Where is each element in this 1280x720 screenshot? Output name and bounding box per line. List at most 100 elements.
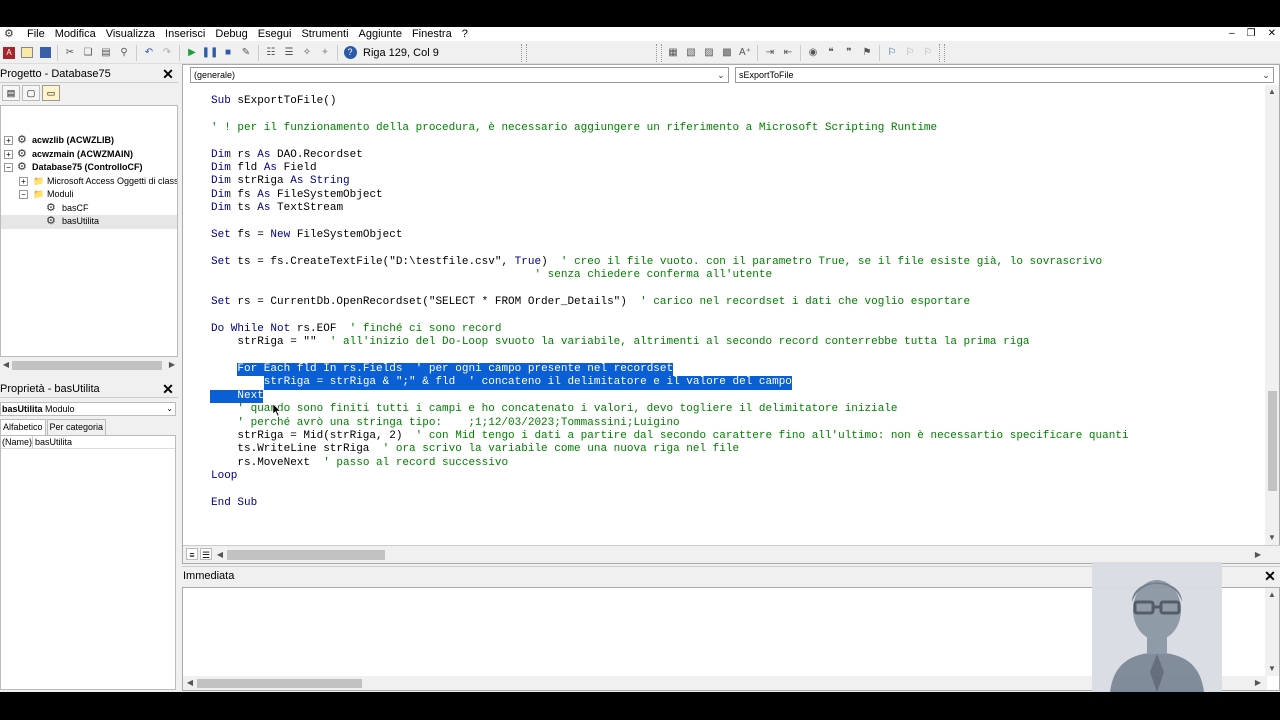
menu-item[interactable]: Finestra (407, 27, 457, 41)
toolbar-grip[interactable] (939, 43, 945, 62)
outdent-icon[interactable]: ⇤ (779, 44, 797, 62)
code-line[interactable]: Sub sExportToFile() (211, 95, 336, 108)
code-line[interactable]: Dim ts As TextStream (211, 202, 343, 215)
scroll-right-icon[interactable]: ▶ (167, 360, 177, 370)
code-line[interactable]: Dim fs As FileSystemObject (211, 189, 383, 202)
tree-item[interactable]: ⚙ basUtilita (1, 215, 177, 229)
scroll-thumb[interactable] (197, 679, 362, 688)
reset-icon[interactable]: ■ (219, 44, 237, 62)
expand-icon[interactable]: + (4, 136, 13, 145)
toolbox-icon[interactable]: ✦ (316, 44, 334, 62)
scroll-up-icon[interactable]: ▲ (1267, 590, 1277, 600)
tab-alfabetico[interactable]: Alfabetico (0, 419, 46, 435)
collapse-icon[interactable]: − (19, 190, 28, 199)
code-line[interactable]: Set rs = CurrentDb.OpenRecordset("SELECT… (211, 296, 970, 309)
design-mode-icon[interactable]: ✎ (237, 44, 255, 62)
view-access-icon[interactable]: A (0, 44, 18, 62)
pause-icon[interactable]: ❚❚ (201, 44, 219, 62)
property-row[interactable]: (Name) basUtilita (1, 436, 175, 449)
list-constants-icon[interactable]: ▧ (682, 44, 700, 62)
close-icon[interactable]: ✕ (160, 381, 176, 397)
menu-item[interactable]: Esegui (253, 27, 297, 41)
code-line[interactable]: Set ts = fs.CreateTextFile("D:\testfile.… (211, 256, 1102, 269)
tree-item[interactable]: + 📁 Microsoft Access Oggetti di classe (1, 175, 177, 189)
paste-icon[interactable]: ▤ (97, 44, 115, 62)
menu-item[interactable]: ? (457, 27, 473, 41)
expand-icon[interactable]: + (4, 149, 13, 159)
toggle-folders-icon[interactable]: ▭ (42, 85, 60, 101)
project-explorer-icon[interactable]: ☷ (262, 44, 280, 62)
collapse-icon[interactable]: − (4, 163, 13, 172)
property-value[interactable]: basUtilita (33, 436, 72, 448)
scroll-down-icon[interactable]: ▼ (1267, 533, 1277, 543)
chevron-down-icon[interactable]: ⌄ (715, 68, 727, 82)
code-line[interactable]: Set fs = New FileSystemObject (211, 229, 402, 242)
code-line[interactable]: ' ! per il funzionamento della procedura… (211, 122, 937, 135)
find-icon[interactable]: ⚲ (115, 44, 133, 62)
view-code-icon[interactable]: ▤ (2, 85, 20, 101)
code-line[interactable]: ' senza chiedere conferma all'utente (211, 269, 772, 282)
code-line[interactable]: ' perché avrò una stringa tipo: ;1;12/03… (237, 417, 679, 430)
tree-item[interactable]: ⚙ basCF (1, 202, 177, 216)
menu-item[interactable]: Aggiunte (354, 27, 407, 41)
save-icon[interactable] (36, 44, 54, 62)
redo-icon[interactable]: ↷ (158, 44, 176, 62)
menu-item[interactable]: Modifica (50, 27, 101, 41)
properties-window-icon[interactable]: ☰ (280, 44, 298, 62)
menu-item[interactable]: Debug (210, 27, 252, 41)
code-line[interactable]: Loop (211, 470, 237, 483)
tree-item[interactable]: + ⚙ acwzmain (ACWZMAIN) (1, 148, 177, 162)
toggle-breakpoint-icon[interactable]: ◉ (804, 44, 822, 62)
undo-icon[interactable]: ↶ (140, 44, 158, 62)
restore-icon[interactable]: ❐ (1247, 27, 1256, 41)
close-icon[interactable]: ✕ (1262, 568, 1278, 584)
scroll-thumb[interactable] (1268, 391, 1277, 491)
scroll-thumb[interactable] (227, 550, 385, 560)
close-icon[interactable]: ✕ (1268, 27, 1276, 41)
code-line[interactable]: strRiga = "" ' all'inizio del Do-Loop sv… (237, 336, 1029, 349)
code-editor[interactable]: Sub sExportToFile() ' ! per il funzioname… (183, 85, 1267, 545)
view-object-icon[interactable]: ▢ (22, 85, 40, 101)
procedure-view-icon[interactable]: ≡ (186, 548, 198, 560)
list-properties-icon[interactable]: ▦ (664, 44, 682, 62)
tree-item[interactable]: + ⚙ acwzlib (ACWZLIB) (1, 134, 177, 148)
next-bookmark-icon[interactable]: ⚐ (883, 44, 901, 62)
toolbar-grip[interactable] (656, 43, 662, 62)
chevron-down-icon[interactable]: ⌄ (166, 403, 173, 415)
run-icon[interactable]: ▶ (183, 44, 201, 62)
code-line[interactable]: Dim strRiga As String (211, 175, 350, 188)
comment-block-icon[interactable]: ❝ (822, 44, 840, 62)
project-horizontal-scrollbar[interactable]: ◀ ▶ (0, 358, 178, 372)
clear-bookmarks-icon[interactable]: ⚐ (919, 44, 937, 62)
menu-item[interactable]: Visualizza (101, 27, 160, 41)
toggle-bookmark-icon[interactable]: ⚑ (858, 44, 876, 62)
parameter-info-icon[interactable]: ▩ (718, 44, 736, 62)
scroll-up-icon[interactable]: ▲ (1267, 87, 1277, 97)
scroll-down-icon[interactable]: ▼ (1267, 664, 1277, 674)
scroll-right-icon[interactable]: ▶ (1253, 678, 1263, 688)
close-icon[interactable]: ✕ (160, 66, 176, 82)
code-vertical-scrollbar[interactable]: ▲ ▼ (1265, 85, 1279, 545)
procedure-combo[interactable]: sExportToFile ⌄ (735, 67, 1274, 83)
scroll-left-icon[interactable]: ◀ (1, 360, 11, 370)
full-module-view-icon[interactable]: ☰ (200, 548, 212, 560)
chevron-down-icon[interactable]: ⌄ (1260, 68, 1272, 82)
menu-item[interactable]: Strumenti (296, 27, 353, 41)
code-line[interactable]: End Sub (211, 497, 257, 510)
immediate-vertical-scrollbar[interactable]: ▲ ▼ (1265, 588, 1279, 676)
insert-module-icon[interactable] (18, 44, 36, 62)
complete-word-icon[interactable]: A⁺ (736, 44, 754, 62)
menu-item[interactable]: File (22, 27, 50, 41)
code-line[interactable]: For Each fld In rs.Fields ' per ogni cam… (237, 363, 673, 376)
help-icon[interactable]: ? (341, 44, 359, 62)
code-line[interactable]: rs.MoveNext ' passo al record successivo (237, 457, 508, 470)
copy-icon[interactable]: ❏ (79, 44, 97, 62)
uncomment-block-icon[interactable]: ❞ (840, 44, 858, 62)
code-line[interactable]: ts.WriteLine strRiga ' ora scrivo la var… (237, 443, 739, 456)
code-line[interactable]: Do While Not rs.EOF ' finché ci sono rec… (211, 323, 501, 336)
code-line[interactable]: strRiga = strRiga & ";" & fld ' concaten… (264, 376, 792, 389)
code-line[interactable]: Next (237, 390, 263, 403)
quick-info-icon[interactable]: ▨ (700, 44, 718, 62)
previous-bookmark-icon[interactable]: ⚐ (901, 44, 919, 62)
code-line[interactable]: Dim fld As Field (211, 162, 317, 175)
